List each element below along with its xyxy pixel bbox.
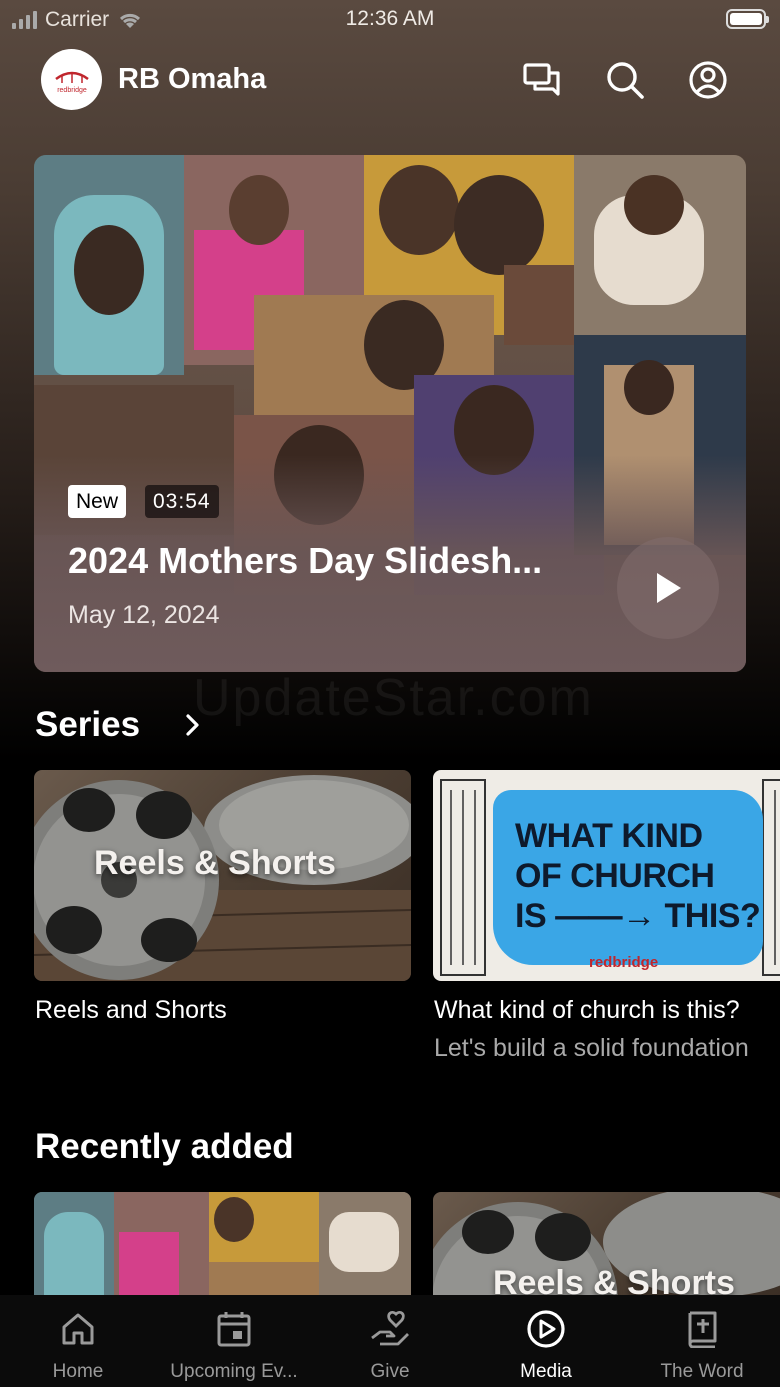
- reels-thumb-text: Reels & Shorts: [493, 1264, 735, 1295]
- recently-added-heading: Recently added: [35, 1127, 294, 1166]
- recent-thumbnail: [34, 1192, 411, 1295]
- bottom-tab-bar: Home Upcoming Ev... Give Media The Word: [0, 1295, 780, 1387]
- chat-icon[interactable]: [522, 60, 562, 100]
- series-card-reels[interactable]: Reels & Shorts: [34, 770, 411, 981]
- church-thumb-brand: redbridge: [589, 954, 659, 971]
- series-heading[interactable]: Series: [35, 705, 140, 745]
- duration-badge: 03:54: [145, 485, 219, 518]
- church-thumb-line-1: WHAT KIND: [515, 817, 703, 855]
- featured-title: 2024 Mothers Day Slidesh...: [68, 540, 543, 581]
- watermark: UpdateStar.com: [193, 669, 594, 727]
- home-icon: [58, 1309, 98, 1349]
- status-bar: Carrier 12:36 AM: [0, 0, 780, 44]
- tab-upcoming-events[interactable]: Upcoming Ev...: [156, 1295, 312, 1387]
- reels-thumb-text: Reels & Shorts: [94, 844, 336, 882]
- media-play-icon: [526, 1309, 566, 1349]
- tab-the-word[interactable]: The Word: [624, 1295, 780, 1387]
- tab-home[interactable]: Home: [0, 1295, 156, 1387]
- status-time: 12:36 AM: [345, 7, 435, 30]
- church-thumb-line-3: IS ——→ THIS?: [515, 897, 761, 935]
- calendar-icon: [214, 1309, 254, 1349]
- tab-label: The Word: [660, 1361, 744, 1382]
- tab-label: Home: [52, 1361, 104, 1382]
- church-logo[interactable]: redbridge: [41, 49, 102, 110]
- series-card-subtitle: Let's build a solid foundation: [434, 1034, 749, 1062]
- featured-media-card[interactable]: New 03:54 2024 Mothers Day Slidesh... Ma…: [34, 155, 746, 672]
- play-icon: [657, 573, 681, 603]
- featured-date: May 12, 2024: [68, 601, 220, 629]
- recent-card-mothers-day[interactable]: [34, 1192, 411, 1295]
- chevron-right-icon[interactable]: [183, 712, 203, 738]
- new-badge: New: [68, 485, 127, 518]
- tab-label: Upcoming Ev...: [170, 1361, 298, 1382]
- page-title: RB Omaha: [118, 63, 267, 95]
- series-card-title: What kind of church is this?: [434, 996, 740, 1024]
- tab-label: Give: [370, 1361, 410, 1382]
- logo-text: redbridge: [57, 87, 87, 94]
- logo-mark-icon: redbridge: [54, 71, 89, 94]
- recent-card-reels[interactable]: Reels & Shorts: [433, 1192, 780, 1295]
- series-card-church[interactable]: WHAT KIND OF CHURCH IS ——→ THIS? redbrid…: [433, 770, 780, 981]
- tab-label: Media: [520, 1361, 572, 1382]
- play-button[interactable]: [617, 537, 719, 639]
- series-card-title: Reels and Shorts: [35, 996, 227, 1024]
- bible-icon: [682, 1309, 722, 1349]
- give-icon: [370, 1309, 410, 1349]
- tab-give[interactable]: Give: [312, 1295, 468, 1387]
- tab-media[interactable]: Media: [468, 1295, 624, 1387]
- church-thumb-line-2: OF CHURCH: [515, 857, 715, 895]
- account-icon[interactable]: [688, 60, 728, 100]
- app-header: redbridge RB Omaha: [0, 48, 780, 112]
- battery-icon: [726, 9, 769, 29]
- search-icon[interactable]: [605, 60, 645, 100]
